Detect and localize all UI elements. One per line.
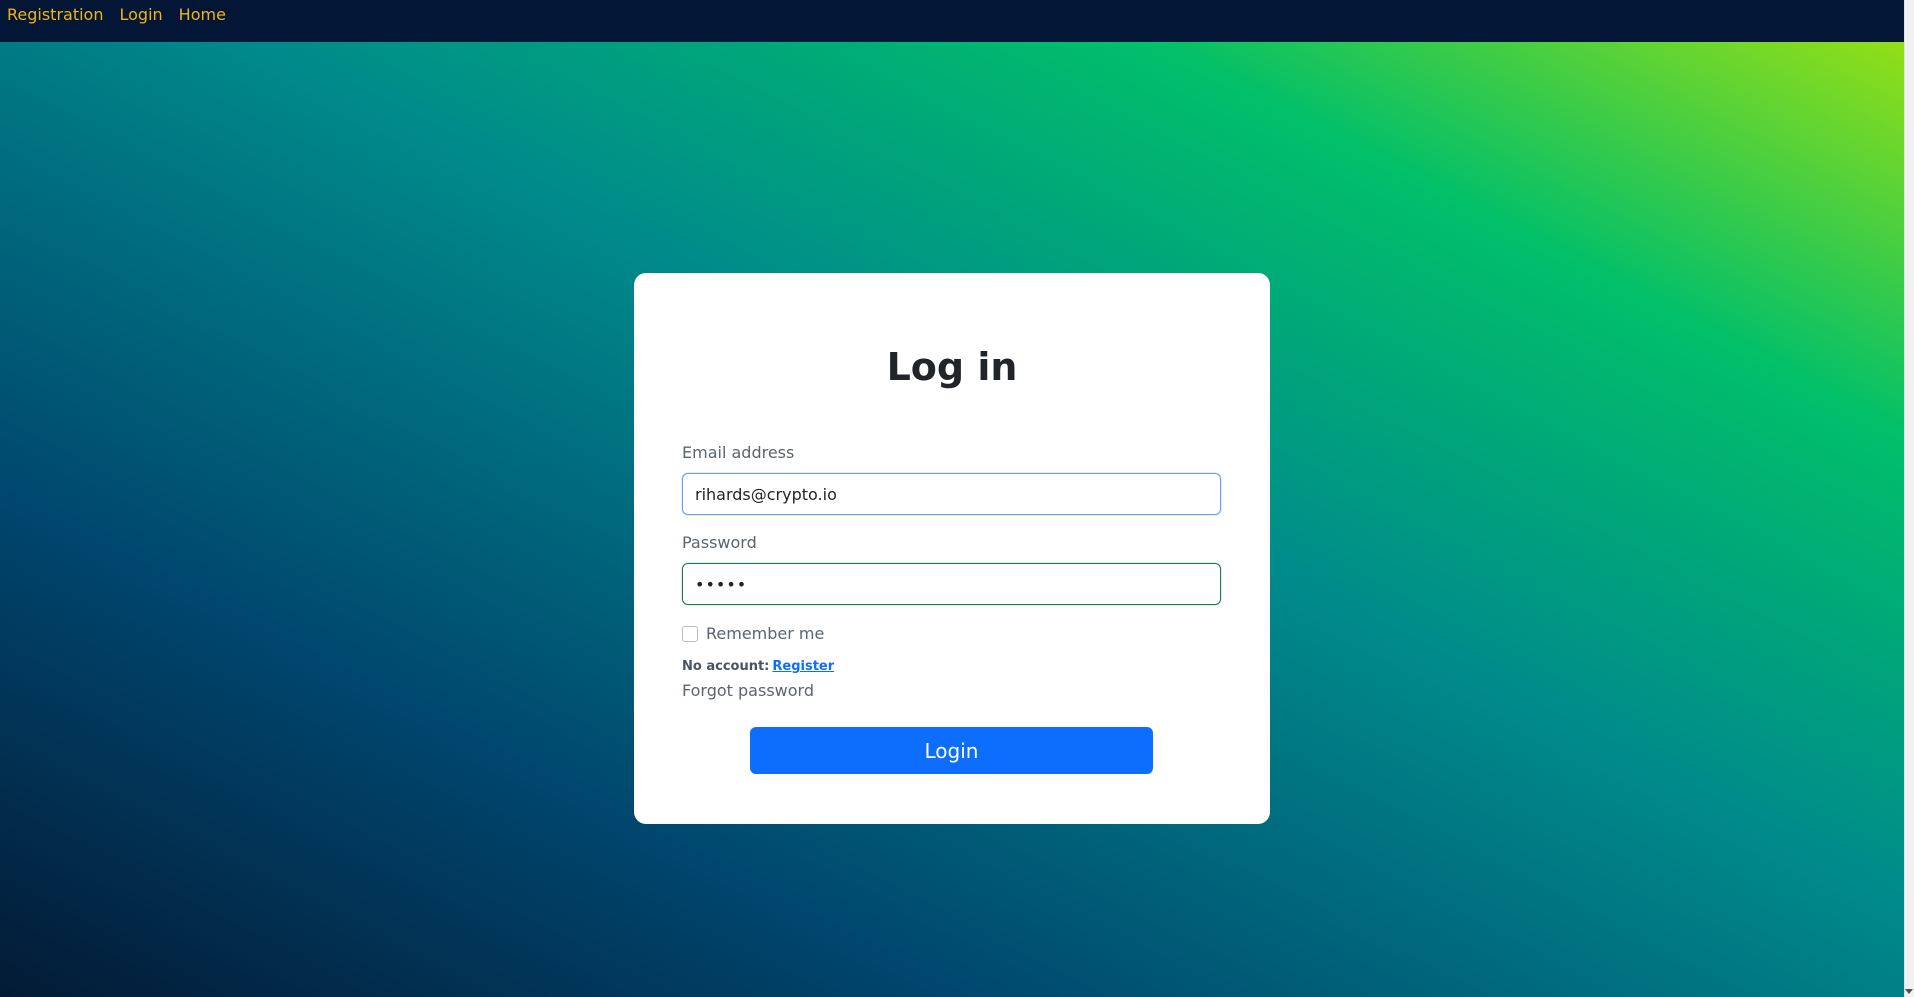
email-field[interactable] <box>682 473 1221 515</box>
register-link[interactable]: Register <box>772 659 834 674</box>
page-title: Log in <box>886 345 1018 389</box>
nav-link-home[interactable]: Home <box>179 5 226 24</box>
page-background: Registration Login Home Log in Email add… <box>0 0 1904 997</box>
vertical-scrollbar[interactable] <box>1904 0 1914 997</box>
remember-me-row: Remember me <box>682 624 824 643</box>
no-account-row: No account: Register <box>682 659 834 674</box>
forgot-password-link[interactable]: Forgot password <box>682 681 814 700</box>
top-navbar: Registration Login Home <box>0 0 1904 42</box>
nav-link-registration[interactable]: Registration <box>7 5 103 24</box>
nav-link-login[interactable]: Login <box>119 5 162 24</box>
remember-me-label[interactable]: Remember me <box>706 624 824 643</box>
login-button[interactable]: Login <box>750 727 1153 774</box>
login-card: Log in Email address Password Remember m… <box>634 273 1270 824</box>
scroll-down-arrow-icon[interactable] <box>1905 989 1913 994</box>
password-field[interactable] <box>682 563 1221 605</box>
password-label: Password <box>682 533 757 552</box>
email-label: Email address <box>682 443 795 462</box>
no-account-text: No account: <box>682 659 770 674</box>
remember-me-checkbox[interactable] <box>682 625 698 642</box>
